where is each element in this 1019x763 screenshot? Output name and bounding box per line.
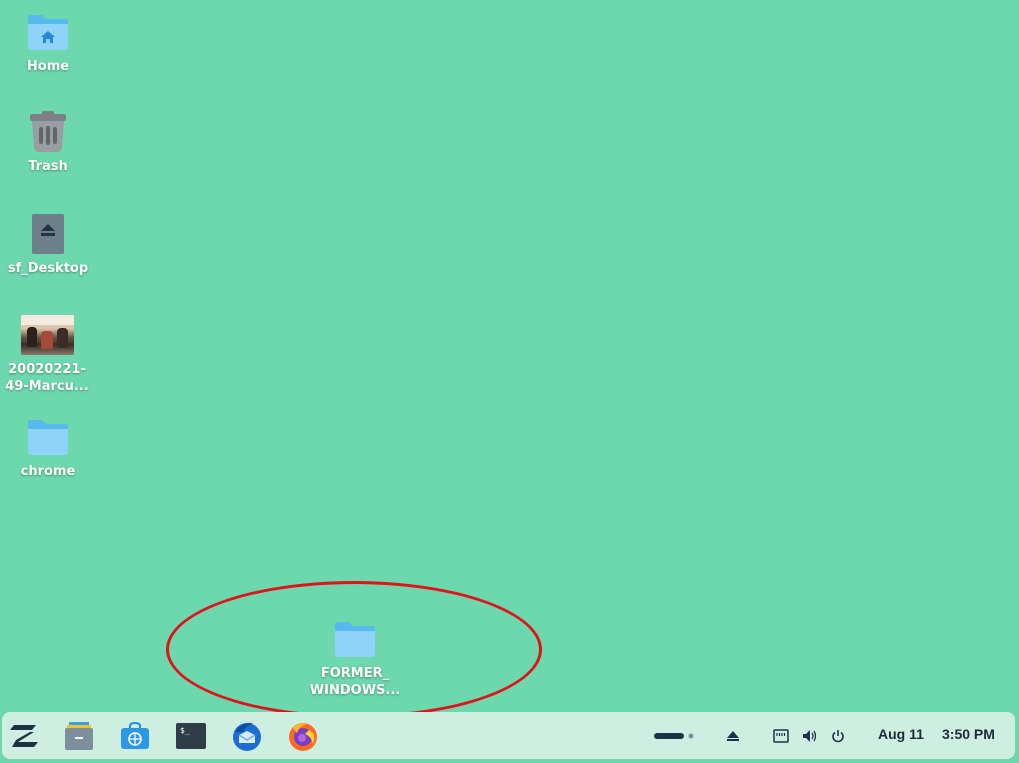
volume-icon: [803, 729, 817, 742]
desktop-icon-trash[interactable]: Trash: [3, 110, 93, 175]
file-manager-icon: [65, 722, 93, 750]
desktop-icon-label: chrome: [20, 464, 76, 479]
workspace-indicator[interactable]: [650, 712, 698, 759]
volume-button[interactable]: [799, 712, 821, 759]
folder-icon: [26, 415, 70, 459]
eject-button[interactable]: [722, 712, 744, 759]
desktop-icon-sf-desktop[interactable]: sf_Desktop: [3, 212, 93, 277]
terminal-icon: $_: [176, 723, 206, 749]
date-label[interactable]: Aug 11: [878, 726, 924, 742]
time-label[interactable]: 3:50 PM: [942, 726, 995, 742]
desktop-icon-former-windows[interactable]: FORMER_ WINDOWS...: [310, 617, 400, 699]
image-thumbnail: [20, 313, 74, 357]
workspace-indicator-icon: [654, 732, 694, 739]
desktop-icon-label: 20020221- 49-Marcu...: [5, 362, 89, 394]
software-app-button[interactable]: [118, 719, 152, 753]
network-button[interactable]: [770, 712, 792, 759]
network-icon: [773, 728, 789, 743]
software-store-icon: [121, 721, 149, 749]
home-folder-icon: [26, 10, 70, 54]
terminal-app-button[interactable]: $_: [174, 719, 208, 753]
files-app-button[interactable]: [62, 719, 96, 753]
power-icon: [832, 729, 844, 742]
taskbar: $_ Aug 11 3:50 PM: [2, 712, 1015, 759]
desktop: Home Trash sf_Desktop 20020221- 49-Marcu…: [0, 0, 1019, 763]
zorin-logo-icon: [10, 725, 38, 747]
desktop-icon-label: sf_Desktop: [7, 261, 89, 276]
desktop-icon-label: FORMER_ WINDOWS...: [309, 666, 401, 698]
firefox-app-button[interactable]: [286, 719, 320, 753]
firefox-icon: [289, 723, 317, 751]
desktop-icon-home[interactable]: Home: [3, 10, 93, 75]
removable-drive-icon: [26, 212, 70, 256]
folder-icon: [333, 617, 377, 661]
trash-icon: [26, 110, 70, 154]
desktop-icon-label: Trash: [28, 159, 68, 174]
eject-icon: [727, 730, 739, 741]
desktop-icon-photo[interactable]: 20020221- 49-Marcu...: [2, 313, 92, 395]
power-button[interactable]: [827, 712, 849, 759]
svg-text:$_: $_: [180, 726, 190, 735]
thunderbird-app-button[interactable]: [230, 719, 264, 753]
zorin-menu-button[interactable]: [8, 719, 42, 753]
thunderbird-icon: [233, 722, 261, 751]
desktop-icon-label: Home: [26, 59, 70, 74]
desktop-icon-chrome[interactable]: chrome: [3, 415, 93, 480]
